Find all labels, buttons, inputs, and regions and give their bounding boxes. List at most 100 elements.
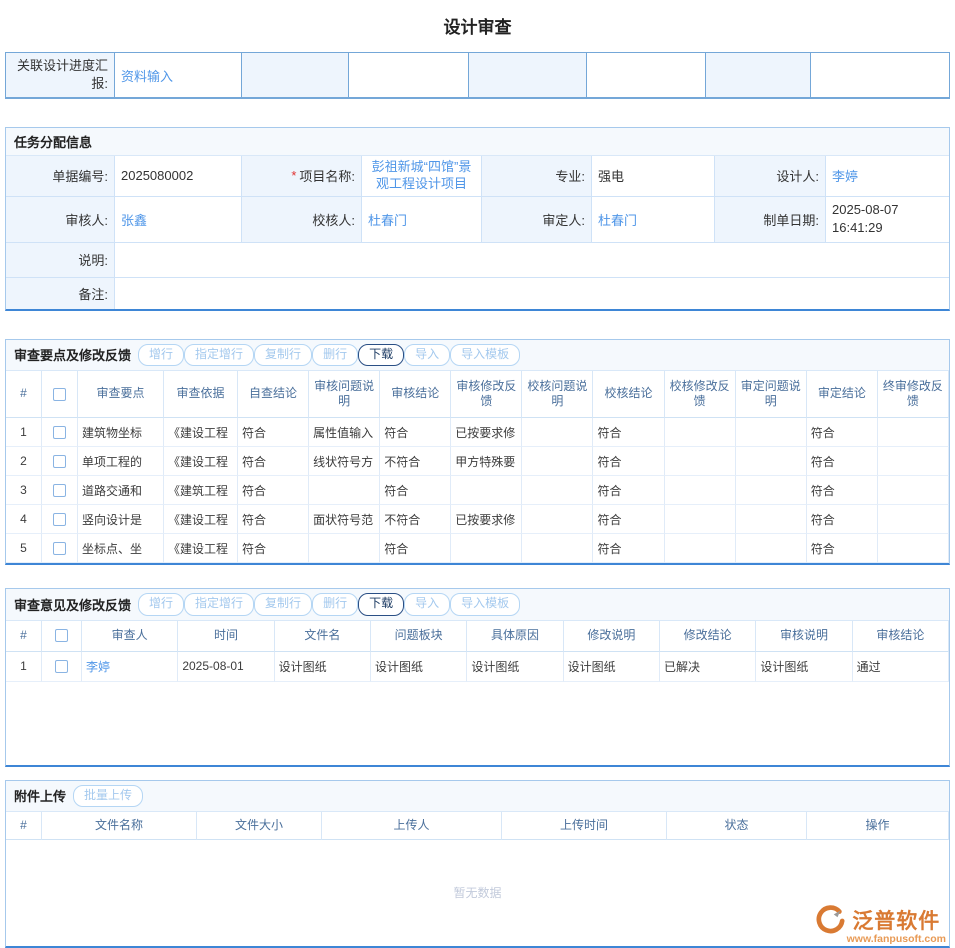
desc-label: 说明:	[6, 243, 115, 278]
column-header: 审定结论	[807, 371, 878, 418]
table-cell	[522, 447, 593, 476]
table-cell: 符合	[593, 476, 664, 505]
column-header: 修改说明	[564, 621, 660, 652]
column-header: 审定问题说明	[736, 371, 807, 418]
toolbar-button-下载[interactable]: 下载	[358, 344, 404, 366]
select-all-checkbox[interactable]	[53, 388, 66, 401]
table-cell	[522, 418, 593, 447]
related-progress-table: 关联设计进度汇报: 资料输入	[5, 52, 950, 99]
review-opinions-table: #审查人时间文件名问题板块具体原因修改说明修改结论审核说明审核结论1李婷2025…	[6, 621, 949, 682]
table-cell	[309, 534, 380, 563]
column-header: 审查要点	[78, 371, 164, 418]
attachments-table: #文件名称文件大小上传人上传时间状态操作	[6, 812, 949, 840]
table-cell: 设计图纸	[467, 652, 563, 682]
row-number: 1	[6, 652, 42, 682]
row-checkbox[interactable]	[53, 426, 66, 439]
review-points-table: #审查要点审查依据自查结论审核问题说明审核结论审核修改反馈校核问题说明校核结论校…	[6, 371, 949, 563]
table-cell	[665, 505, 736, 534]
designer-value: 李婷	[826, 156, 949, 197]
table-cell: 《建设工程	[164, 418, 238, 447]
column-header: 时间	[178, 621, 274, 652]
project-link[interactable]: 彭祖新城“四馆”景观工程设计项目	[368, 159, 475, 193]
section-title: 审查意见及修改反馈	[14, 595, 131, 614]
column-header: 文件大小	[197, 812, 322, 840]
row-number: 5	[6, 534, 42, 563]
checker-value: 杜春门	[362, 197, 482, 243]
toolbar-button-复制行: 复制行	[254, 593, 312, 615]
table-cell: 《建设工程	[164, 534, 238, 563]
page-title: 设计审查	[5, 5, 950, 52]
desc-value	[115, 243, 949, 278]
row-checkbox[interactable]	[53, 484, 66, 497]
toolbar-button-增行: 增行	[138, 593, 184, 615]
table-cell: 建筑物坐标	[78, 418, 164, 447]
row-checkbox[interactable]	[53, 542, 66, 555]
review-opinions-header: 审查意见及修改反馈 增行指定增行复制行删行下载导入导入模板	[6, 589, 949, 620]
toolbar-button-增行: 增行	[138, 344, 184, 366]
table-cell: 符合	[593, 505, 664, 534]
review-opinions-section: 审查意见及修改反馈 增行指定增行复制行删行下载导入导入模板 #审查人时间文件名问…	[5, 588, 950, 766]
task-info-section: 任务分配信息 单据编号: 2025080002 * 项目名称: 彭祖新城“四馆”…	[5, 127, 950, 311]
attachments-section: 附件上传 批量上传 #文件名称文件大小上传人上传时间状态操作 暂无数据 泛普软件…	[5, 780, 950, 948]
reviewer-value: 张鑫	[115, 197, 242, 243]
data-input-link[interactable]: 资料输入	[121, 66, 173, 85]
table-cell: 符合	[380, 534, 451, 563]
toolbar-button-指定增行: 指定增行	[184, 593, 254, 615]
row-number: 2	[6, 447, 42, 476]
column-header: #	[6, 371, 42, 418]
column-header: 审查依据	[164, 371, 238, 418]
reviewer-link[interactable]: 张鑫	[121, 210, 147, 229]
doc-no-value: 2025080002	[115, 156, 242, 197]
column-header: 状态	[667, 812, 807, 840]
table-cell: 设计图纸	[756, 652, 852, 682]
column-header: 校核结论	[593, 371, 664, 418]
designer-label: 设计人:	[715, 156, 826, 197]
table-cell: 通过	[853, 652, 949, 682]
row-checkbox[interactable]	[55, 660, 68, 673]
task-info-form: 单据编号: 2025080002 * 项目名称: 彭祖新城“四馆”景观工程设计项…	[6, 156, 949, 309]
vendor-url[interactable]: www.fanpusoft.com	[847, 933, 946, 945]
toolbar-button-导入: 导入	[404, 593, 450, 615]
reviewer-label: 审核人:	[6, 197, 115, 243]
remark-label: 备注:	[6, 278, 115, 309]
vendor-name: 泛普软件	[852, 910, 940, 933]
related-progress-label: 关联设计进度汇报:	[6, 53, 115, 97]
table-cell	[665, 534, 736, 563]
select-all-checkbox-cell	[42, 621, 82, 652]
table-cell	[736, 534, 807, 563]
toolbar-button-指定增行: 指定增行	[184, 344, 254, 366]
table-cell	[665, 476, 736, 505]
row-checkbox[interactable]	[53, 455, 66, 468]
table-cell: 不符合	[380, 447, 451, 476]
table-cell: 《建筑工程	[164, 476, 238, 505]
table-cell: 设计图纸	[371, 652, 467, 682]
column-header: 审核结论	[853, 621, 949, 652]
table-cell	[736, 418, 807, 447]
toolbar-button-下载[interactable]: 下载	[358, 593, 404, 615]
toolbar-button-删行: 删行	[312, 593, 358, 615]
approver-value: 杜春门	[592, 197, 715, 243]
table-cell: 坐标点、坐	[78, 534, 164, 563]
related-empty-cell	[811, 53, 949, 97]
table-cell	[451, 534, 522, 563]
table-cell: 符合	[380, 418, 451, 447]
designer-link[interactable]: 李婷	[832, 166, 858, 185]
column-header: 具体原因	[467, 621, 563, 652]
approver-label: 审定人:	[482, 197, 592, 243]
date-label: 制单日期:	[715, 197, 826, 243]
toolbar-button-导入模板: 导入模板	[450, 593, 520, 615]
table-cell: 符合	[593, 534, 664, 563]
toolbar-button-复制行: 复制行	[254, 344, 312, 366]
table-cell: 符合	[807, 534, 878, 563]
cell-link[interactable]: 李婷	[86, 658, 110, 675]
table-cell: 符合	[238, 447, 309, 476]
row-checkbox[interactable]	[53, 513, 66, 526]
approver-link[interactable]: 杜春门	[598, 210, 637, 229]
table-cell	[878, 447, 949, 476]
related-empty-cell	[469, 53, 587, 97]
table-cell	[736, 476, 807, 505]
review-opinions-toolbar: 增行指定增行复制行删行下载导入导入模板	[138, 593, 520, 615]
table-cell	[665, 418, 736, 447]
select-all-checkbox[interactable]	[55, 629, 68, 642]
checker-link[interactable]: 杜春门	[368, 210, 407, 229]
